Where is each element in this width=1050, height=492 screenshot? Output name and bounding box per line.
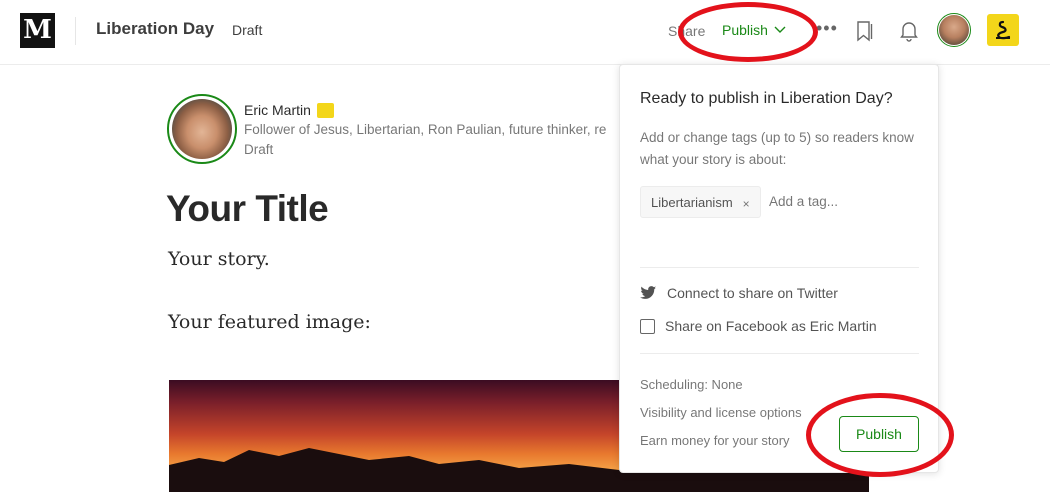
twitter-connect-row[interactable]: Connect to share on Twitter — [640, 285, 838, 301]
tag-label: Libertarianism — [651, 194, 733, 210]
featured-image-label[interactable]: Your featured image: — [168, 311, 371, 333]
remove-tag-icon[interactable]: × — [743, 197, 750, 211]
share-button[interactable]: Share — [668, 23, 705, 39]
author-avatar[interactable] — [167, 94, 237, 164]
publication-name[interactable]: Liberation Day — [96, 19, 214, 39]
twitter-icon — [640, 286, 657, 299]
visibility-license-option[interactable]: Visibility and license options — [640, 405, 802, 420]
author-draft-status: Draft — [244, 142, 274, 157]
story-body[interactable]: Your story. — [168, 248, 270, 270]
facebook-share-row[interactable]: Share on Facebook as Eric Martin — [640, 318, 877, 334]
publish-menu-button[interactable]: Publish — [722, 22, 786, 38]
author-bio: Follower of Jesus, Libertarian, Ron Paul… — [244, 122, 607, 137]
author-badge-icon — [316, 102, 334, 118]
add-tag-input[interactable]: Add a tag... — [769, 194, 838, 209]
facebook-checkbox[interactable] — [640, 318, 655, 334]
user-avatar[interactable] — [937, 13, 971, 47]
draft-status: Draft — [232, 22, 263, 38]
more-options-button[interactable]: ••• — [816, 18, 838, 39]
popover-heading: Ready to publish in Liberation Day? — [640, 90, 893, 107]
facebook-label: Share on Facebook as Eric Martin — [665, 318, 877, 334]
gadsden-snake-icon[interactable] — [987, 14, 1019, 46]
bookmarks-icon[interactable] — [856, 20, 874, 47]
publish-menu-label: Publish — [722, 22, 768, 38]
scheduling-option[interactable]: Scheduling: None — [640, 377, 743, 392]
publish-button[interactable]: Publish — [839, 416, 919, 452]
author-name-row: Eric Martin — [244, 102, 334, 118]
earn-money-option[interactable]: Earn money for your story — [640, 433, 790, 448]
divider — [640, 353, 919, 354]
top-bar: M Liberation Day Draft Share Publish ••• — [0, 0, 1050, 65]
medium-logo[interactable]: M — [20, 13, 55, 48]
notifications-bell-icon[interactable] — [899, 20, 919, 47]
tags-description: Add or change tags (up to 5) so readers … — [640, 130, 914, 167]
divider — [640, 267, 919, 268]
chevron-down-icon — [774, 26, 786, 33]
author-name[interactable]: Eric Martin — [244, 102, 311, 118]
story-title[interactable]: Your Title — [166, 188, 329, 230]
publish-popover: Ready to publish in Liberation Day? Add … — [619, 64, 939, 473]
tag-chip[interactable]: Libertarianism × — [640, 186, 761, 218]
twitter-label: Connect to share on Twitter — [667, 285, 838, 301]
header-divider — [75, 17, 76, 45]
